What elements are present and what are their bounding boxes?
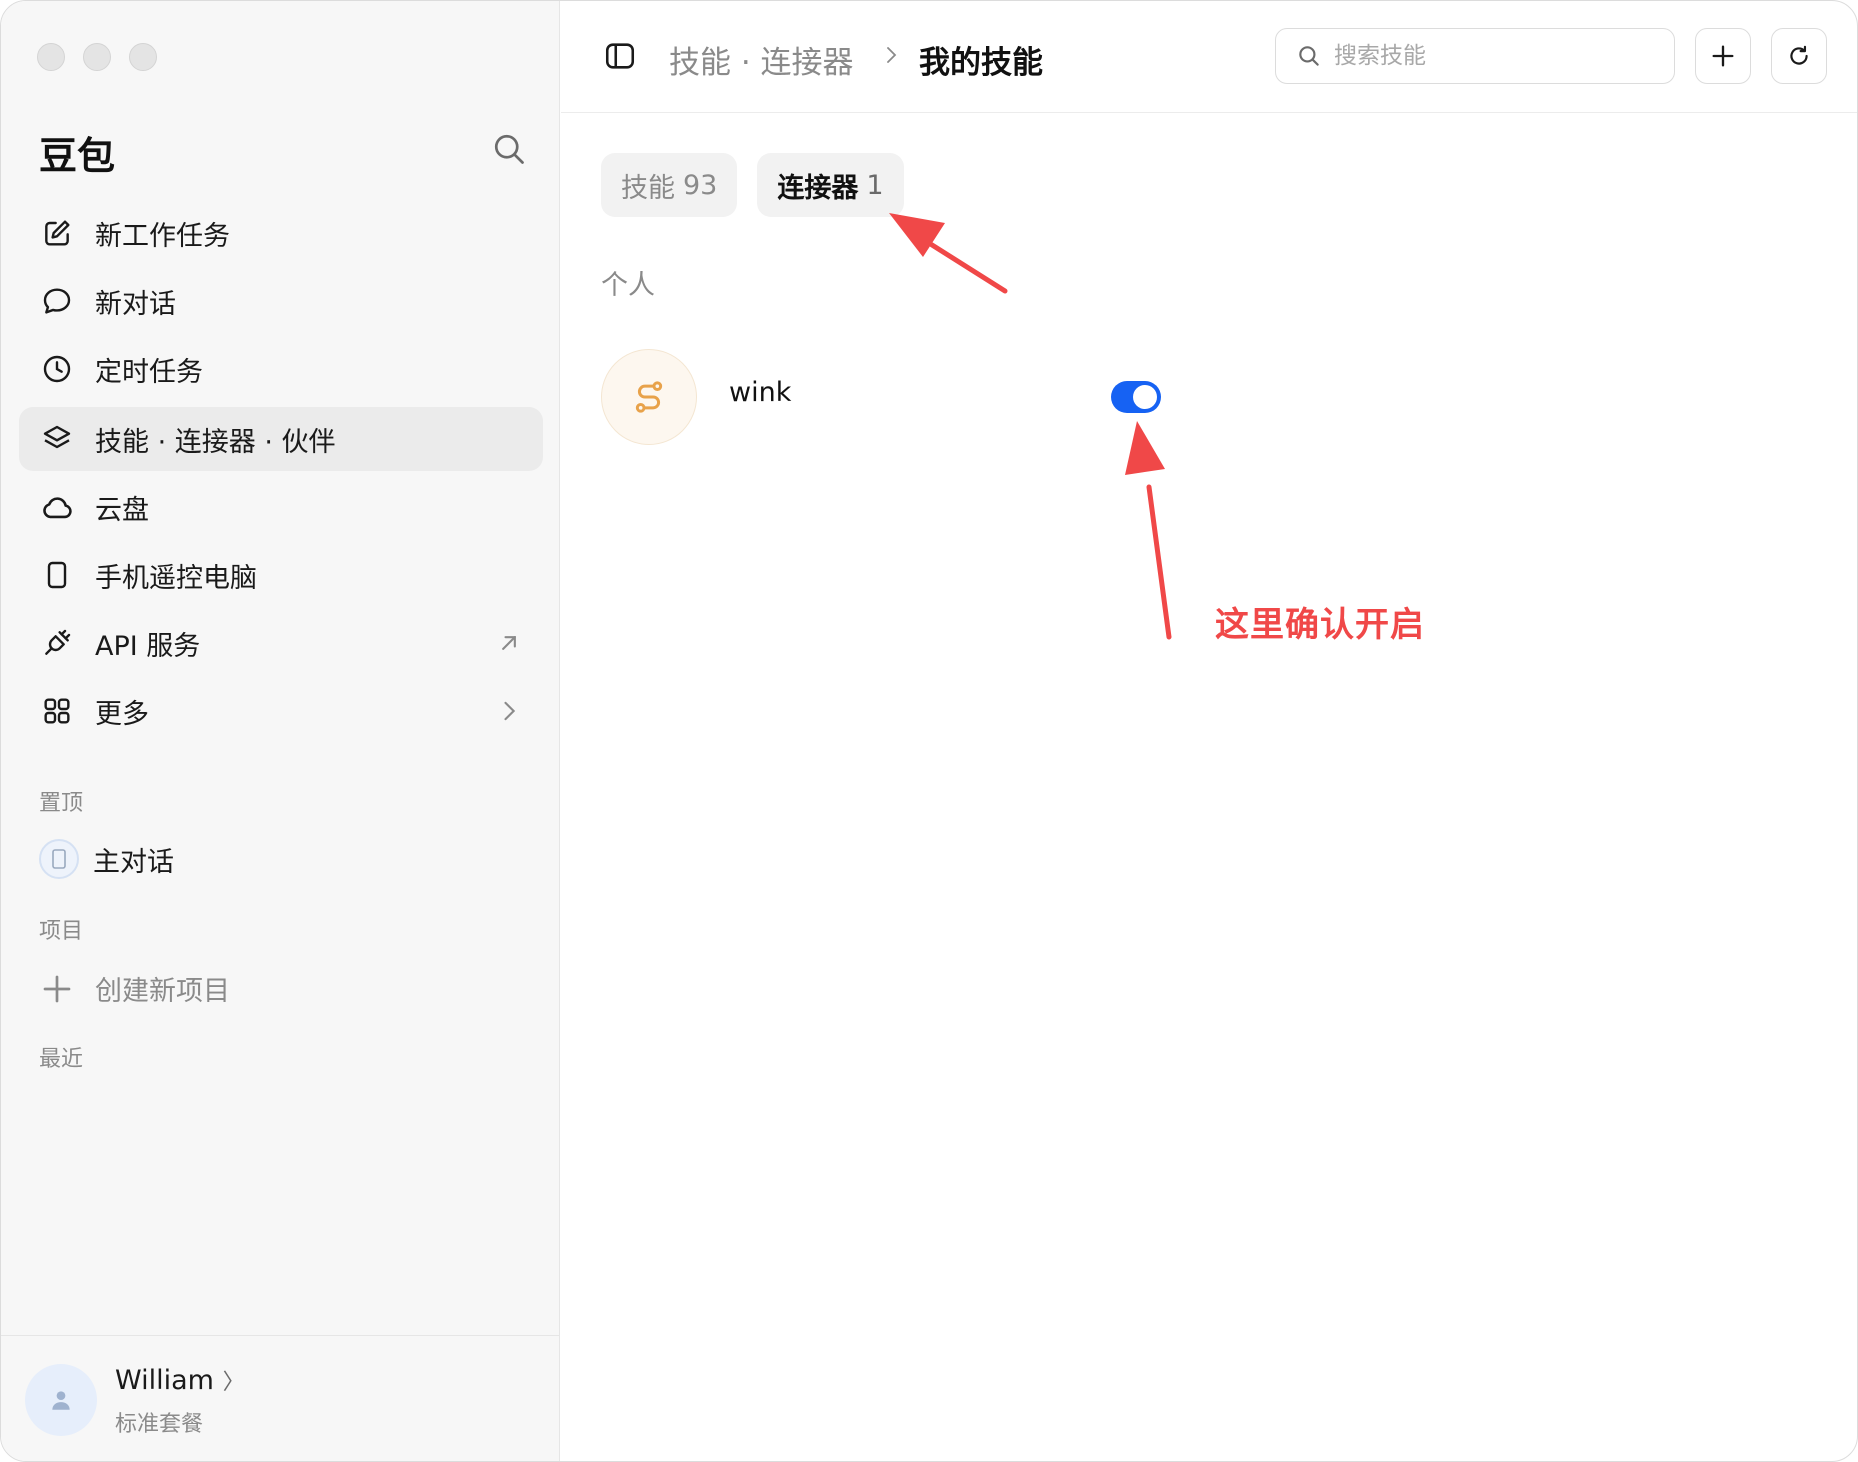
group-label-personal: 个人 <box>601 270 655 301</box>
sidebar-item-scheduled[interactable]: 定时任务 <box>19 337 543 401</box>
phone-icon <box>52 849 66 869</box>
clock-icon <box>43 355 71 383</box>
search-input[interactable] <box>1334 43 1634 69</box>
tab-label: 技能 <box>621 172 675 204</box>
user-name: William 〉 <box>115 1364 245 1396</box>
sidebar-nav: 新工作任务 新对话 定时任务 技能 · 连接器 · 伙伴 云盘 手机遥控电脑 A… <box>19 201 543 747</box>
main-chat-avatar <box>39 839 79 879</box>
app-window: 豆包 新工作任务 新对话 定时任务 技能 · 连接器 · 伙伴 云盘 手机遥控电… <box>0 0 1858 1462</box>
sidebar-toggle-icon[interactable] <box>603 39 637 73</box>
pinned-section-label: 置顶 <box>39 791 84 816</box>
sidebar-item-label: 更多 <box>95 698 149 730</box>
connector-enable-toggle[interactable] <box>1111 381 1161 413</box>
user-plan: 标准套餐 <box>115 1412 204 1437</box>
sidebar-item-label: 云盘 <box>95 494 149 526</box>
connector-name: wink <box>729 377 792 408</box>
close-window-button[interactable] <box>37 43 65 71</box>
chat-bubble-icon <box>43 288 71 314</box>
sidebar-item-remote-control[interactable]: 手机遥控电脑 <box>19 543 543 607</box>
projects-section-label: 项目 <box>39 919 84 944</box>
sidebar-item-cloud[interactable]: 云盘 <box>19 475 543 539</box>
edit-icon <box>45 220 70 246</box>
minimize-window-button[interactable] <box>83 43 111 71</box>
top-bar: 技能 · 连接器 我的技能 <box>561 1 1857 113</box>
chevron-right-icon <box>504 701 516 721</box>
create-project-label: 创建新项目 <box>95 976 230 1007</box>
zoom-window-button[interactable] <box>129 43 157 71</box>
traffic-lights <box>37 43 157 71</box>
search-field[interactable] <box>1275 28 1675 84</box>
user-account-bar[interactable]: William 〉 标准套餐 <box>1 1335 560 1461</box>
user-icon <box>52 1391 70 1410</box>
pinned-item-label: 主对话 <box>93 846 174 878</box>
breadcrumb-parent[interactable]: 技能 · 连接器 <box>669 37 854 82</box>
sidebar-item-label: API 服务 <box>95 630 201 662</box>
annotation-text: 这里确认开启 <box>1215 605 1425 645</box>
tab-skills[interactable]: 技能 93 <box>601 153 738 217</box>
route-icon <box>635 381 663 413</box>
sidebar-item-label: 技能 · 连接器 · 伙伴 <box>95 426 336 458</box>
sidebar-item-label: 手机遥控电脑 <box>95 562 257 594</box>
sidebar: 豆包 新工作任务 新对话 定时任务 技能 · 连接器 · 伙伴 云盘 手机遥控电… <box>1 1 560 1461</box>
sidebar-item-skills-connectors[interactable]: 技能 · 连接器 · 伙伴 <box>19 407 543 471</box>
sidebar-item-label: 新工作任务 <box>95 220 230 252</box>
sidebar-item-new-task[interactable]: 新工作任务 <box>19 201 543 265</box>
sidebar-item-more[interactable]: 更多 <box>19 679 543 743</box>
app-brand: 豆包 <box>39 134 116 178</box>
phone-icon <box>47 561 67 589</box>
plus-icon <box>1712 45 1734 67</box>
recent-section-label: 最近 <box>39 1047 84 1072</box>
add-button[interactable] <box>1695 28 1751 84</box>
sidebar-item-label: 定时任务 <box>95 356 203 388</box>
refresh-button[interactable] <box>1771 28 1827 84</box>
tab-connectors[interactable]: 连接器 1 <box>757 153 904 217</box>
avatar <box>25 1364 97 1436</box>
connector-logo <box>601 349 697 445</box>
pinned-item-main-chat[interactable]: 主对话 <box>39 839 174 879</box>
chevron-right-icon: 〉 <box>222 1370 245 1395</box>
user-name-text: William <box>115 1365 214 1396</box>
annotation-arrow-tab <box>889 213 1008 294</box>
plus-icon <box>43 975 71 1002</box>
search-icon[interactable] <box>491 131 527 167</box>
page-title: 我的技能 <box>919 45 1043 81</box>
connector-row[interactable]: wink <box>601 349 1161 445</box>
grid-icon <box>44 698 70 724</box>
search-icon <box>1299 46 1319 66</box>
tab-count: 93 <box>683 169 718 201</box>
category-tabs: 技能 93 连接器 1 <box>601 153 904 217</box>
sidebar-item-new-chat[interactable]: 新对话 <box>19 269 543 333</box>
create-project-button[interactable]: 创建新项目 <box>39 969 230 1008</box>
tab-label: 连接器 <box>777 172 859 204</box>
annotation-arrow-toggle <box>1125 421 1172 640</box>
refresh-icon <box>1790 45 1808 65</box>
cloud-icon <box>43 497 72 519</box>
arrow-up-right-icon <box>502 636 516 650</box>
plug-icon <box>45 629 71 655</box>
sidebar-item-api[interactable]: API 服务 <box>19 611 543 675</box>
chevron-right-icon <box>887 47 897 63</box>
layers-icon <box>43 425 71 449</box>
tab-count: 1 <box>866 169 884 201</box>
sidebar-item-label: 新对话 <box>95 288 176 320</box>
